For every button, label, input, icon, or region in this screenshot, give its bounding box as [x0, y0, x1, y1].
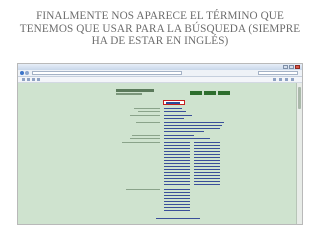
list-item[interactable]: [194, 168, 220, 171]
page-scrollbar[interactable]: [296, 83, 302, 224]
related-terms-col-2: [194, 142, 220, 187]
list-item[interactable]: [164, 203, 190, 206]
thesaurus-subheader: [116, 93, 142, 95]
list-item[interactable]: [194, 183, 220, 186]
browser-screenshot: [17, 63, 303, 225]
list-item[interactable]: [194, 162, 220, 165]
window-controls: [283, 65, 300, 69]
toolbar-icon[interactable]: [273, 78, 276, 81]
thesaurus-content: [110, 85, 230, 221]
list-item[interactable]: [164, 197, 190, 200]
list-item[interactable]: [194, 153, 220, 156]
list-item[interactable]: [164, 209, 190, 212]
list-item[interactable]: [164, 153, 190, 156]
list-item[interactable]: [194, 159, 220, 162]
list-item[interactable]: [164, 150, 190, 153]
related-terms-col-3: [164, 189, 190, 213]
thesaurus-page: [18, 83, 302, 224]
forward-icon[interactable]: [25, 71, 29, 75]
list-item[interactable]: [194, 142, 220, 144]
list-item[interactable]: [164, 162, 190, 165]
nav-button[interactable]: [190, 91, 202, 95]
list-item[interactable]: [164, 194, 190, 197]
list-item[interactable]: [194, 147, 220, 150]
list-item[interactable]: [164, 200, 190, 203]
list-item[interactable]: [164, 168, 190, 171]
footer-link[interactable]: [156, 218, 200, 220]
back-icon[interactable]: [20, 71, 24, 75]
toolbar-icon[interactable]: [22, 78, 25, 81]
highlighted-term-text: [166, 102, 180, 104]
toolbar-icon[interactable]: [285, 78, 288, 81]
list-item[interactable]: [164, 171, 190, 174]
list-item[interactable]: [194, 177, 220, 180]
highlighted-term[interactable]: [163, 100, 185, 105]
slide-title: FINALMENTE NOS APARECE EL TÉRMINO QUE TE…: [6, 10, 314, 48]
url-field[interactable]: [32, 71, 182, 75]
list-item[interactable]: [194, 174, 220, 177]
list-item[interactable]: [194, 144, 220, 147]
list-item[interactable]: [164, 165, 190, 168]
nav-button[interactable]: [204, 91, 216, 95]
toolbar-icon[interactable]: [279, 78, 282, 81]
toolbar-icon[interactable]: [37, 78, 40, 81]
nav-button[interactable]: [218, 91, 230, 95]
list-item[interactable]: [194, 171, 220, 174]
toolbar-icon[interactable]: [32, 78, 35, 81]
list-item[interactable]: [164, 180, 190, 183]
slide-title-line-3: HA DE ESTAR EN INGLÉS): [91, 35, 229, 48]
list-item[interactable]: [194, 156, 220, 159]
scroll-thumb[interactable]: [298, 87, 301, 109]
list-item[interactable]: [164, 144, 190, 147]
list-item[interactable]: [164, 206, 190, 209]
list-item[interactable]: [164, 177, 190, 180]
list-item[interactable]: [164, 147, 190, 150]
list-item[interactable]: [194, 150, 220, 153]
related-terms-col-1: [164, 142, 190, 187]
list-item[interactable]: [164, 156, 190, 159]
close-icon[interactable]: [295, 65, 300, 69]
address-bar: [18, 70, 302, 77]
list-item[interactable]: [164, 174, 190, 177]
toolbar-icon[interactable]: [27, 78, 30, 81]
list-item[interactable]: [164, 142, 190, 144]
thesaurus-header: [116, 89, 154, 92]
list-item[interactable]: [194, 180, 220, 183]
list-item[interactable]: [164, 183, 190, 186]
browser-search-field[interactable]: [258, 71, 298, 75]
list-item[interactable]: [164, 159, 190, 162]
maximize-icon[interactable]: [289, 65, 294, 69]
list-item[interactable]: [164, 191, 190, 194]
slide-title-line-1: FINALMENTE NOS APARECE EL TÉRMINO QUE: [36, 10, 284, 22]
slide-title-line-2: TENEMOS QUE USAR PARA LA BÚSQUEDA (SIEMP…: [19, 22, 301, 35]
toolbar-icon[interactable]: [291, 78, 294, 81]
list-item[interactable]: [194, 165, 220, 168]
minimize-icon[interactable]: [283, 65, 288, 69]
list-item[interactable]: [164, 189, 190, 191]
